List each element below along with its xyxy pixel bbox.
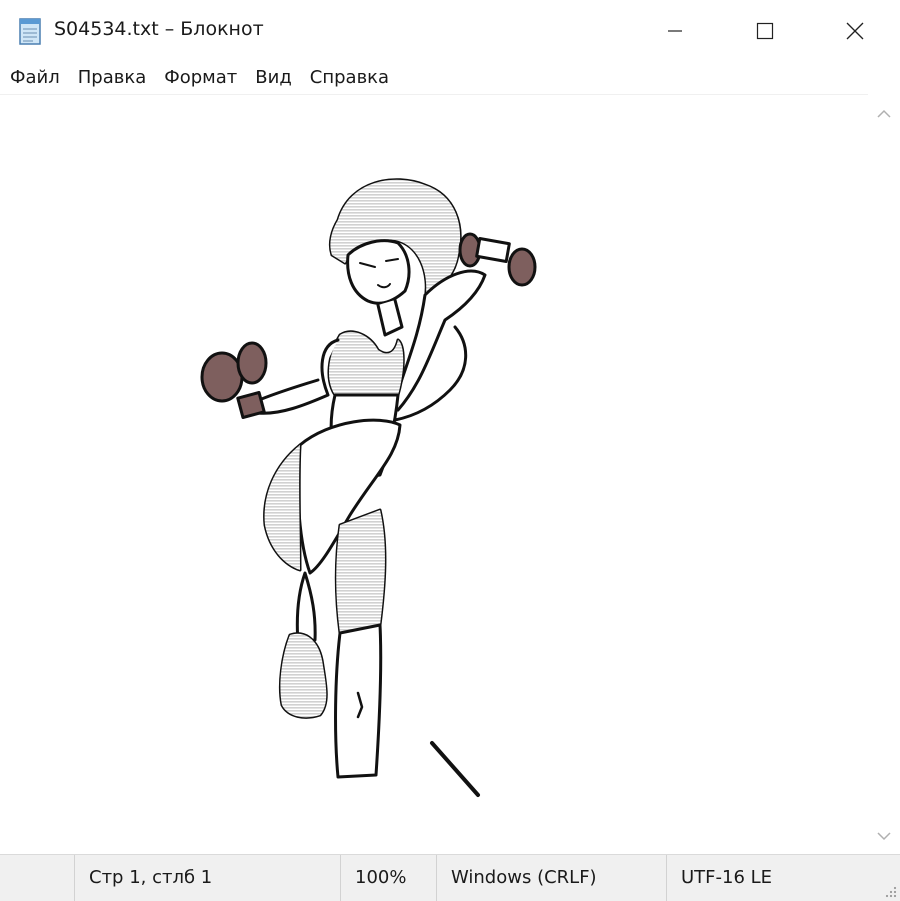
close-icon [846, 22, 864, 40]
title-bar[interactable]: S04534.txt – Блокнот [0, 0, 900, 62]
window-title: S04534.txt – Блокнот [54, 18, 264, 40]
ascii-art-drawing [200, 178, 537, 797]
zoom-level: 100% [340, 855, 436, 901]
menu-bar: Файл Правка Формат Вид Справка [0, 62, 900, 94]
minimize-button[interactable] [630, 0, 720, 62]
maximize-icon [756, 22, 774, 40]
scroll-down-button[interactable] [868, 820, 900, 852]
text-editor-area[interactable] [0, 94, 868, 855]
encoding: UTF-16 LE [666, 855, 900, 901]
notepad-icon [19, 18, 41, 45]
standing-leg [334, 623, 383, 779]
raised-arm [393, 269, 487, 412]
scroll-up-button[interactable] [868, 98, 900, 130]
line-endings: Windows (CRLF) [436, 855, 666, 901]
menu-format[interactable]: Формат [155, 63, 246, 93]
face-shape [346, 239, 411, 305]
chevron-up-icon [877, 109, 891, 118]
resize-grip-icon[interactable] [883, 884, 897, 898]
close-button[interactable] [810, 0, 900, 62]
vertical-scrollbar[interactable] [868, 94, 900, 854]
cursor-position: Стр 1, стлб 1 [74, 855, 340, 901]
menu-edit[interactable]: Правка [69, 63, 156, 93]
minimize-icon [668, 30, 682, 32]
status-bar: Стр 1, стлб 1 100% Windows (CRLF) UTF-16… [0, 854, 900, 901]
maximize-button[interactable] [720, 0, 810, 62]
menu-view[interactable]: Вид [246, 63, 301, 93]
menu-file[interactable]: Файл [0, 63, 69, 93]
notepad-window: S04534.txt – Блокнот Файл Правка Формат … [0, 0, 900, 901]
floor-line [430, 741, 480, 797]
chevron-down-icon [877, 832, 891, 841]
menu-help[interactable]: Справка [301, 63, 398, 93]
